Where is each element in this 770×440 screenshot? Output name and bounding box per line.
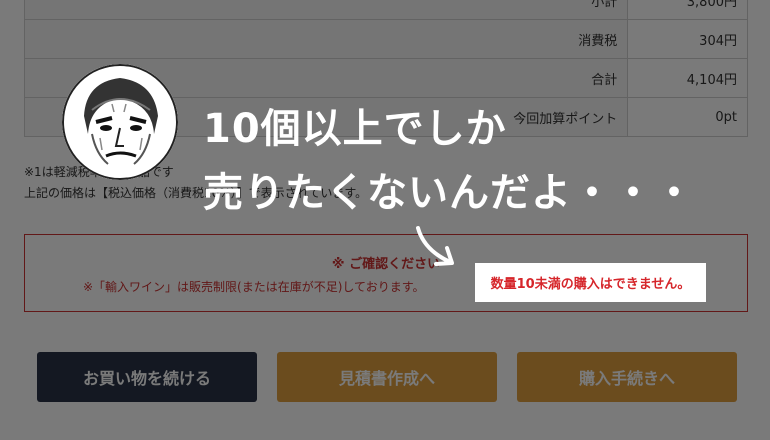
caption-line-1: 10個以上でしか	[203, 106, 507, 152]
curved-arrow-icon	[412, 222, 462, 274]
caption-line-2: 売りたくないんだよ・・・	[203, 170, 695, 216]
table-row: 消費税 304円	[23, 19, 748, 59]
confirm-message: ※「輸入ワイン」は販売制限(または在庫が不足)しております。	[83, 280, 425, 294]
quantity-warning-callout: 数量10未満の購入はできません。	[475, 263, 706, 302]
checkout-button[interactable]: 購入手続きへ	[517, 352, 737, 402]
points-value: 0pt	[627, 97, 748, 137]
tax-label: 消費税	[23, 19, 629, 59]
total-value: 4,104円	[627, 58, 748, 98]
create-estimate-button[interactable]: 見積書作成へ	[277, 352, 497, 402]
subtotal-value: 3,800円	[627, 0, 748, 20]
tax-value: 304円	[627, 19, 748, 59]
manga-face-avatar	[62, 64, 178, 180]
subtotal-label: 小計	[23, 0, 629, 20]
continue-shopping-button[interactable]: お買い物を続ける	[37, 352, 257, 402]
table-row: 小計 3,800円	[23, 0, 748, 20]
